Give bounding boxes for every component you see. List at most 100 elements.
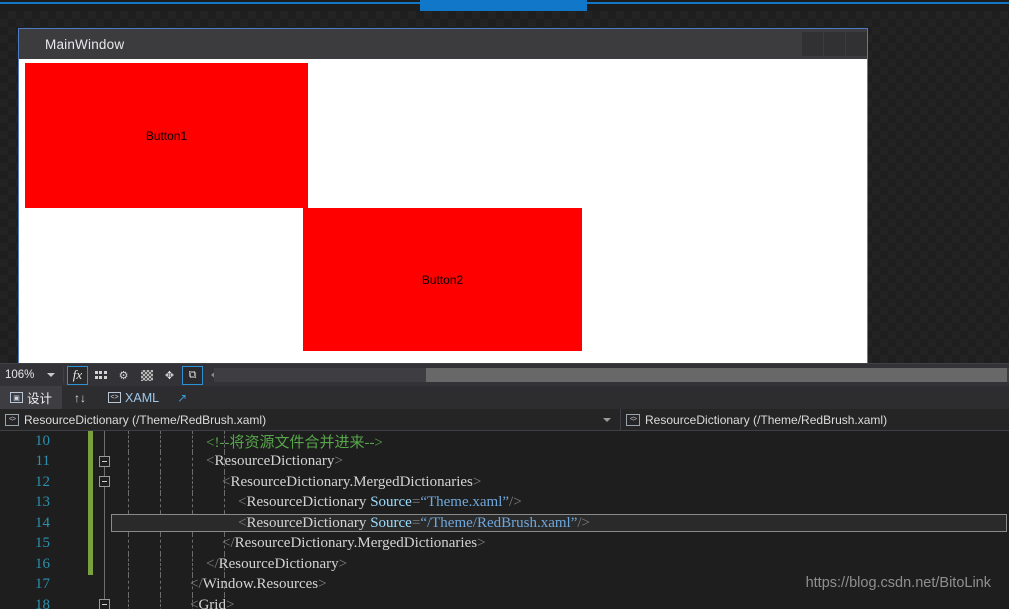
- code-line[interactable]: 18 <Grid>: [0, 595, 1009, 609]
- line-number: 16: [35, 555, 50, 572]
- designer-hscrollbar-thumb[interactable]: [426, 368, 1007, 382]
- code-text: <ResourceDictionary Source=“Theme.xaml”/…: [238, 494, 522, 511]
- indent-guide: [160, 533, 161, 554]
- indent-guide: [128, 431, 129, 452]
- breadcrumb-left-label: ResourceDictionary (/Theme/RedBrush.xaml…: [24, 412, 267, 427]
- collapse-toggle-icon[interactable]: [99, 476, 110, 487]
- indent-guide: [160, 431, 161, 452]
- line-number: 18: [35, 596, 50, 609]
- snap-to-snaplines-icon[interactable]: ✥: [159, 366, 180, 385]
- code-text: </ResourceDictionary.MergedDictionaries>: [222, 535, 486, 552]
- fold-guide-line: [104, 431, 105, 452]
- code-text: <Grid>: [190, 596, 235, 609]
- chevron-down-icon[interactable]: [603, 417, 611, 422]
- change-bar: [88, 554, 93, 575]
- close-button[interactable]: [846, 32, 867, 56]
- breadcrumb-bar: <> ResourceDictionary (/Theme/RedBrush.x…: [0, 408, 1009, 431]
- line-number: 12: [35, 473, 50, 490]
- change-bar: [88, 431, 93, 452]
- indent-guide: [128, 472, 129, 493]
- indent-guide: [160, 595, 161, 609]
- line-number: 10: [35, 432, 50, 449]
- indent-guide: [128, 533, 129, 554]
- app-root: MainWindow Button1 Button2 106% fx ⚙ ✥ ⧉…: [0, 0, 1009, 609]
- xaml-code-editor[interactable]: 10 <!--将资源文件合并进来--> 11 <ResourceDictionary>…: [0, 431, 1009, 609]
- indent-guide: [160, 574, 161, 595]
- code-line[interactable]: 13 <ResourceDictionary Source=“Theme.xaml…: [0, 492, 1009, 513]
- indent-guide: [160, 554, 161, 575]
- code-line[interactable]: 16 </ResourceDictionary>: [0, 554, 1009, 575]
- maximize-button[interactable]: [824, 32, 845, 56]
- xml-element-icon: <>: [626, 413, 640, 426]
- button2[interactable]: Button2: [303, 208, 582, 351]
- indent-guide: [128, 574, 129, 595]
- code-text: </Window.Resources>: [190, 576, 327, 593]
- breadcrumb-right-label: ResourceDictionary (/Theme/RedBrush.xaml…: [645, 412, 888, 427]
- collapse-toggle-icon[interactable]: [99, 599, 110, 609]
- change-bar: [88, 451, 93, 472]
- show-transparency-icon[interactable]: [136, 366, 157, 385]
- enable-project-code-icon[interactable]: ⧉: [182, 365, 203, 385]
- effects-fx-icon[interactable]: fx: [67, 365, 88, 385]
- tab-xaml[interactable]: <> XAML: [98, 386, 169, 409]
- top-accent-strip: [0, 0, 1009, 11]
- indent-guide: [128, 492, 129, 513]
- snap-to-gridlines-icon[interactable]: ⚙: [113, 366, 134, 385]
- indent-guide: [128, 595, 129, 609]
- active-document-tab-indicator[interactable]: [420, 0, 587, 11]
- code-line[interactable]: 10 <!--将资源文件合并进来-->: [0, 431, 1009, 452]
- designer-surface[interactable]: MainWindow Button1 Button2: [0, 11, 1009, 375]
- code-line[interactable]: 11 <ResourceDictionary>: [0, 451, 1009, 472]
- indent-guide: [160, 451, 161, 472]
- designer-xaml-tab-row: ▣ 设计 ↑↓ <> XAML ↗: [0, 386, 1009, 409]
- indent-guide: [192, 492, 193, 513]
- chevron-down-icon: [47, 372, 55, 377]
- line-number: 11: [35, 453, 50, 470]
- tab-design[interactable]: ▣ 设计: [0, 386, 63, 409]
- code-line[interactable]: 14 <ResourceDictionary Source=“/Theme/Red…: [0, 513, 1009, 534]
- indent-guide: [160, 472, 161, 493]
- window-controls: [802, 32, 867, 56]
- swap-panes-icon[interactable]: ↑↓: [62, 386, 98, 409]
- change-bar: [88, 472, 93, 493]
- snap-to-grid-icon[interactable]: [90, 366, 111, 385]
- code-line[interactable]: 12 <ResourceDictionary.MergedDictionaries…: [0, 472, 1009, 493]
- fold-guide-line: [104, 533, 105, 554]
- zoom-level-combobox[interactable]: 106%: [2, 366, 60, 385]
- indent-guide: [128, 554, 129, 575]
- indent-guide: [224, 492, 225, 513]
- fold-guide-line: [104, 554, 105, 575]
- preview-window-title: MainWindow: [45, 36, 125, 52]
- breadcrumb-left[interactable]: <> ResourceDictionary (/Theme/RedBrush.x…: [0, 408, 621, 431]
- designer-hscrollbar[interactable]: [214, 368, 1009, 382]
- fold-guide-line: [104, 492, 105, 513]
- change-bar: [88, 513, 93, 534]
- line-number: 17: [35, 576, 50, 593]
- design-view-icon: ▣: [10, 392, 23, 403]
- breadcrumb-right[interactable]: <> ResourceDictionary (/Theme/RedBrush.x…: [621, 409, 1009, 431]
- minimize-button[interactable]: [802, 32, 823, 56]
- indent-guide: [192, 554, 193, 575]
- fold-guide-line: [104, 574, 105, 595]
- xaml-view-icon: <>: [108, 392, 122, 403]
- indent-guide: [160, 492, 161, 513]
- change-bar: [88, 533, 93, 554]
- indent-guide: [192, 472, 193, 493]
- popout-window-icon[interactable]: ↗: [169, 386, 195, 409]
- zoom-level-value: 106%: [5, 369, 35, 381]
- code-text: <ResourceDictionary Source=“/Theme/RedBr…: [238, 514, 590, 531]
- button1[interactable]: Button1: [25, 63, 308, 208]
- previewed-main-window[interactable]: MainWindow Button1 Button2: [18, 28, 868, 375]
- code-text: <!--将资源文件合并进来-->: [206, 434, 383, 451]
- indent-guide: [128, 451, 129, 472]
- watermark-text: https://blog.csdn.net/BitoLink: [805, 575, 991, 591]
- indent-guide: [192, 451, 193, 472]
- preview-title-bar: MainWindow: [19, 29, 867, 59]
- code-text: </ResourceDictionary>: [206, 555, 348, 572]
- code-line[interactable]: 15 </ResourceDictionary.MergedDictionarie…: [0, 533, 1009, 554]
- collapse-toggle-icon[interactable]: [99, 455, 110, 467]
- designer-toolbar: 106% fx ⚙ ✥ ⧉: [0, 363, 1009, 386]
- line-number: 15: [35, 535, 50, 552]
- change-bar: [88, 492, 93, 513]
- xml-element-icon: <>: [5, 413, 19, 426]
